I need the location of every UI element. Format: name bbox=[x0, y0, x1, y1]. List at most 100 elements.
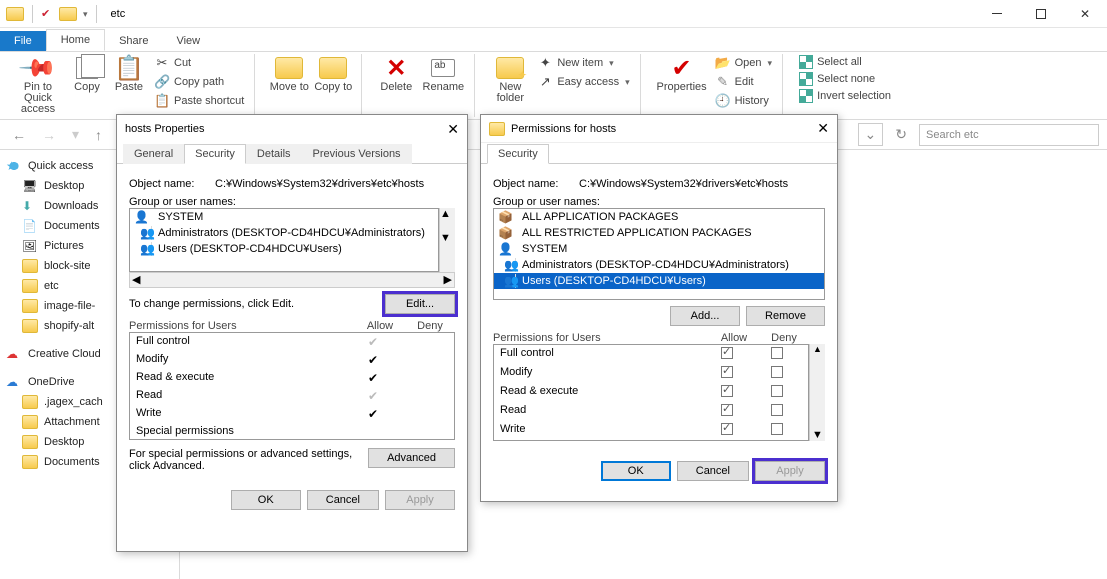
close-button[interactable]: ✕ bbox=[1063, 0, 1107, 28]
cancel-button[interactable]: Cancel bbox=[677, 461, 749, 481]
list-item[interactable]: Administrators (DESKTOP-CD4HDCU¥Administ… bbox=[494, 257, 824, 273]
select-all-button[interactable]: Select all bbox=[795, 54, 895, 70]
deny-checkbox[interactable] bbox=[771, 423, 783, 435]
tab-previous-versions[interactable]: Previous Versions bbox=[302, 144, 412, 164]
scrollbar[interactable]: ▲▼ bbox=[439, 208, 455, 272]
allow-checkbox[interactable] bbox=[721, 385, 733, 397]
properties-button[interactable]: ✔Properties bbox=[653, 54, 711, 110]
deny-checkbox[interactable] bbox=[771, 366, 783, 378]
tab-home[interactable]: Home bbox=[46, 29, 105, 51]
permissions-table: Full control Modify Read & execute Read … bbox=[493, 344, 809, 441]
allow-checkbox[interactable] bbox=[721, 423, 733, 435]
tab-security[interactable]: Security bbox=[184, 144, 246, 164]
group-user-list[interactable]: SYSTEM Administrators (DESKTOP-CD4HDCU¥A… bbox=[129, 208, 439, 272]
perm-special: Special permissions bbox=[136, 425, 348, 437]
new-item-icon: ✦ bbox=[537, 55, 553, 71]
ok-button[interactable]: OK bbox=[231, 490, 301, 510]
new-folder-button[interactable]: New folder bbox=[487, 54, 533, 104]
deny-checkbox[interactable] bbox=[771, 385, 783, 397]
allow-checkbox[interactable] bbox=[721, 404, 733, 416]
paste-shortcut-button[interactable]: 📋Paste shortcut bbox=[150, 92, 248, 110]
list-item[interactable]: ALL RESTRICTED APPLICATION PACKAGES bbox=[494, 225, 824, 241]
invert-selection-button[interactable]: Invert selection bbox=[795, 88, 895, 104]
pin-quick-access-button[interactable]: 📌 Pin to Quick access bbox=[10, 54, 66, 115]
ok-button[interactable]: OK bbox=[601, 461, 671, 481]
perm-read: Read bbox=[500, 404, 702, 419]
h-scrollbar[interactable]: ◀▶ bbox=[129, 272, 455, 288]
perm-write: Write bbox=[136, 407, 348, 421]
remove-button[interactable]: Remove bbox=[746, 306, 825, 326]
nav-forward-icon[interactable]: → bbox=[38, 127, 60, 143]
scrollbar[interactable]: ▲▼ bbox=[809, 344, 825, 441]
object-name-label: Object name: bbox=[493, 178, 571, 190]
list-item[interactable]: Administrators (DESKTOP-CD4HDCU¥Administ… bbox=[130, 225, 438, 241]
cancel-button[interactable]: Cancel bbox=[307, 490, 379, 510]
qat-folder-icon[interactable] bbox=[59, 7, 77, 21]
deny-checkbox[interactable] bbox=[771, 404, 783, 416]
open-button[interactable]: Open bbox=[711, 54, 776, 72]
edit-button[interactable]: Edit bbox=[711, 73, 776, 91]
list-item[interactable]: SYSTEM bbox=[494, 241, 824, 257]
history-icon bbox=[715, 93, 731, 109]
nav-back-icon[interactable]: ← bbox=[8, 127, 30, 143]
allow-mark bbox=[348, 407, 398, 421]
desktop-icon bbox=[22, 179, 38, 193]
ribbon-tabs: File Home Share View bbox=[0, 28, 1107, 52]
copy-path-icon: 🔗 bbox=[154, 74, 170, 90]
edit-button[interactable]: Edit... bbox=[385, 294, 455, 314]
deny-checkbox[interactable] bbox=[771, 347, 783, 359]
delete-button[interactable]: ✕Delete bbox=[374, 54, 418, 93]
list-item[interactable]: Users (DESKTOP-CD4HDCU¥Users) bbox=[130, 241, 438, 257]
advanced-button[interactable]: Advanced bbox=[368, 448, 455, 468]
allow-checkbox[interactable] bbox=[721, 366, 733, 378]
tab-share[interactable]: Share bbox=[105, 31, 162, 51]
tab-details[interactable]: Details bbox=[246, 144, 302, 164]
user-icon bbox=[498, 242, 516, 256]
dialog-titlebar[interactable]: hosts Properties ✕ bbox=[117, 115, 467, 143]
select-none-button[interactable]: Select none bbox=[795, 71, 895, 87]
minimize-button[interactable] bbox=[975, 0, 1019, 28]
copy-path-button[interactable]: 🔗Copy path bbox=[150, 73, 248, 91]
move-to-button[interactable]: Move to bbox=[267, 54, 311, 93]
refresh-icon[interactable]: ↻ bbox=[891, 126, 911, 143]
tab-file[interactable]: File bbox=[0, 31, 46, 51]
close-icon[interactable]: ✕ bbox=[447, 121, 459, 138]
new-item-button[interactable]: ✦New item bbox=[533, 54, 633, 72]
close-icon[interactable]: ✕ bbox=[817, 120, 829, 137]
allow-checkbox[interactable] bbox=[721, 347, 733, 359]
qat-dropdown-icon[interactable] bbox=[81, 8, 88, 20]
tab-view[interactable]: View bbox=[162, 31, 214, 51]
cut-button[interactable]: ✂Cut bbox=[150, 54, 248, 72]
copy-to-button[interactable]: Copy to bbox=[311, 54, 355, 93]
copy-button[interactable]: Copy bbox=[66, 54, 108, 115]
copy-to-icon bbox=[319, 54, 347, 82]
qat-properties-icon[interactable] bbox=[41, 7, 55, 21]
rename-button[interactable]: Rename bbox=[418, 54, 468, 93]
tab-security[interactable]: Security bbox=[487, 144, 549, 164]
list-item[interactable]: SYSTEM bbox=[130, 209, 438, 225]
group-icon bbox=[134, 242, 152, 256]
dialog-titlebar[interactable]: Permissions for hosts ✕ bbox=[481, 115, 837, 143]
address-dropdown-icon[interactable]: ⌄ bbox=[858, 123, 884, 146]
new-folder-icon bbox=[496, 54, 524, 82]
nav-recent-icon[interactable]: ▾ bbox=[68, 126, 83, 143]
history-button[interactable]: History bbox=[711, 92, 776, 110]
apply-button[interactable]: Apply bbox=[385, 490, 455, 510]
list-item[interactable]: ALL APPLICATION PACKAGES bbox=[494, 209, 824, 225]
search-input[interactable]: Search etc bbox=[919, 124, 1099, 146]
package-icon bbox=[498, 226, 516, 240]
object-name-value: C:¥Windows¥System32¥drivers¥etc¥hosts bbox=[215, 178, 424, 190]
package-icon bbox=[498, 210, 516, 224]
open-icon bbox=[715, 55, 731, 71]
tab-general[interactable]: General bbox=[123, 144, 184, 164]
object-name-value: C:¥Windows¥System32¥drivers¥etc¥hosts bbox=[579, 178, 788, 190]
maximize-button[interactable] bbox=[1019, 0, 1063, 28]
nav-up-icon[interactable]: ↑ bbox=[91, 127, 106, 143]
dialog-permissions-hosts: Permissions for hosts ✕ Security Object … bbox=[480, 114, 838, 502]
apply-button[interactable]: Apply bbox=[755, 461, 825, 481]
paste-button[interactable]: 📋 Paste bbox=[108, 54, 150, 115]
list-item-selected[interactable]: Users (DESKTOP-CD4HDCU¥Users) bbox=[494, 273, 824, 289]
add-button[interactable]: Add... bbox=[670, 306, 740, 326]
group-user-list[interactable]: ALL APPLICATION PACKAGES ALL RESTRICTED … bbox=[493, 208, 825, 300]
easy-access-button[interactable]: ↗Easy access bbox=[533, 73, 633, 91]
